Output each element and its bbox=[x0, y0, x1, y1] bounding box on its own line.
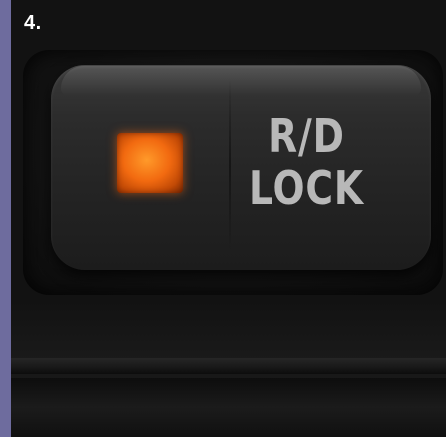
lower-ridge bbox=[11, 358, 446, 374]
switch-label-line1: R/D bbox=[268, 109, 345, 163]
step-number: 4. bbox=[24, 12, 42, 34]
switch-photo: R/D LOCK bbox=[11, 0, 446, 437]
switch-divider bbox=[229, 78, 231, 253]
switch-highlight bbox=[61, 66, 421, 96]
switch-label-line2: LOCK bbox=[249, 161, 364, 215]
switch-label: R/D LOCK bbox=[249, 110, 364, 214]
lower-groove bbox=[11, 378, 446, 437]
indicator-lamp-icon bbox=[117, 133, 183, 193]
